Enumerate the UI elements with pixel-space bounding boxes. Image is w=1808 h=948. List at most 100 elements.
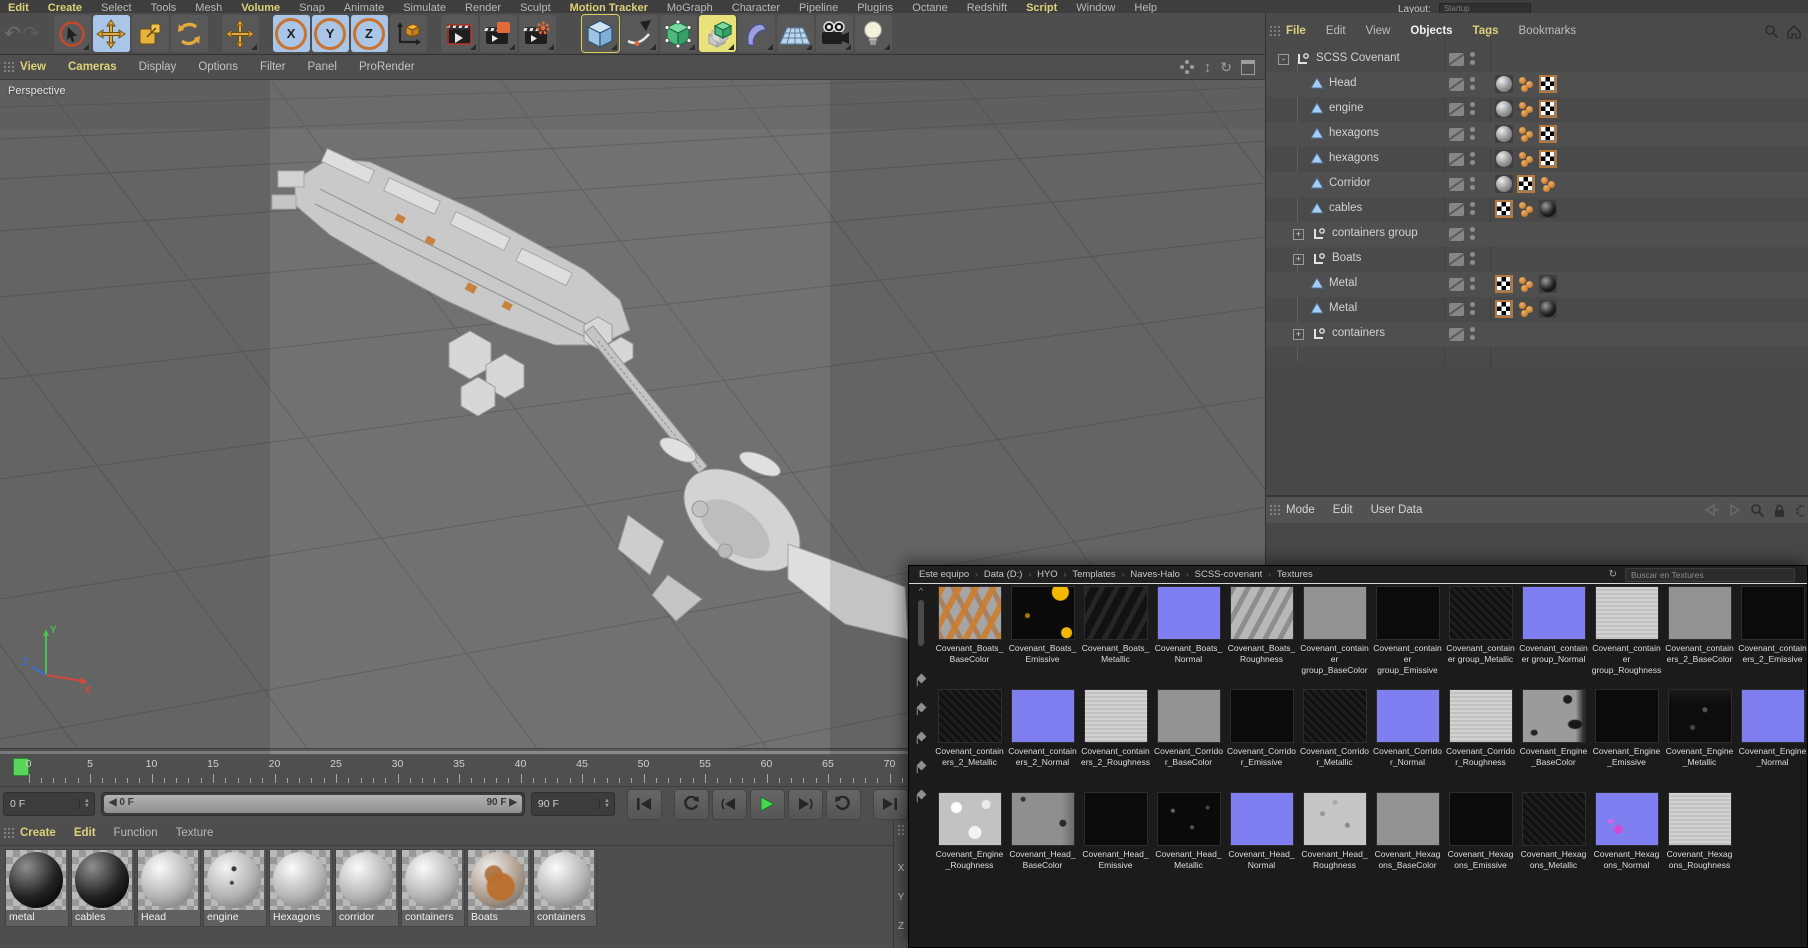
viewport-menu-panel[interactable]: Panel [308,61,337,73]
texture-item-covenant-boats-metallic[interactable]: Covenant_Boats_Metallic [1079,586,1152,676]
redo-icon[interactable]: ↷ [23,24,40,44]
x-axis-lock[interactable]: X [272,15,310,52]
texture-item-covenant-head-basecolor[interactable]: Covenant_Head_BaseColor [1006,792,1079,871]
phong-tag-icon[interactable] [1517,125,1535,143]
material-item-hexagons-4[interactable]: Hexagons [269,849,333,927]
viewport-camera-label[interactable]: Perspective [8,85,65,97]
texture-item-covenant-engine-basecolor[interactable]: Covenant_Engine_BaseColor [1517,689,1590,768]
refresh-icon[interactable]: ↻ [1609,569,1617,580]
menubar-item-mograph[interactable]: MoGraph [667,0,713,13]
tree-row-metal-10[interactable]: Metal [1266,297,1808,322]
material-tag-icon[interactable] [1495,75,1513,93]
menubar-item-mesh[interactable]: Mesh [195,0,222,13]
material-item-engine-3[interactable]: engine [203,849,267,927]
panel-grip-icon[interactable] [3,61,16,73]
texture-item-covenant-engine-roughness[interactable]: Covenant_Engine_Roughness [933,792,1006,871]
phong-tag-icon[interactable] [1517,75,1535,93]
next-frame-button[interactable] [787,788,823,820]
material-item-cables-1[interactable]: cables [71,849,135,927]
layer-box-icon[interactable] [1449,53,1464,66]
tree-row-corridor-5[interactable]: Corridor [1266,172,1808,197]
tree-row-containers-group-7[interactable]: + containers group [1266,222,1808,247]
menubar-item-octane[interactable]: Octane [912,0,947,13]
layer-box-icon[interactable] [1449,128,1464,141]
visibility-dots-icon[interactable] [1470,227,1475,240]
menubar-item-render[interactable]: Render [465,0,501,13]
phong-tag-icon[interactable] [1517,200,1535,218]
render-view-button[interactable] [440,15,478,52]
visibility-dots-icon[interactable] [1470,52,1475,65]
tree-row-head-1[interactable]: Head [1266,72,1808,97]
floor-environment-button[interactable] [776,15,814,52]
attr-gear-icon[interactable] [1794,503,1804,518]
material-tag-black-icon[interactable] [1539,275,1557,293]
phong-tag-icon[interactable] [1517,100,1535,118]
layer-box-icon[interactable] [1449,328,1464,341]
tree-row-containers-11[interactable]: + containers [1266,322,1808,347]
texture-item-covenant-containers-2-normal[interactable]: Covenant_containers_2_Normal [1006,689,1079,768]
texture-item-covenant-container-group-emissive[interactable]: Covenant_container group_Emissive [1371,586,1444,676]
material-item-containers-8[interactable]: containers [533,849,597,927]
om-menu-file[interactable]: File [1286,25,1306,37]
instance-array-button[interactable] [698,15,736,52]
panel-grip-icon[interactable] [896,824,906,837]
viewport-pan-icon[interactable] [1179,59,1195,75]
om-menu-tags[interactable]: Tags [1473,25,1499,37]
play-forwards-button[interactable] [749,788,785,820]
panel-grip-icon[interactable] [3,826,16,839]
texture-item-covenant-head-emissive[interactable]: Covenant_Head_Emissive [1079,792,1152,871]
phong-tag-icon[interactable] [1517,150,1535,168]
play-backwards-button[interactable] [673,788,709,820]
visibility-dots-icon[interactable] [1470,102,1475,115]
deformer-button[interactable] [737,15,775,52]
layer-box-icon[interactable] [1449,178,1464,191]
phong-tag-icon[interactable] [1539,175,1557,193]
menubar-item-window[interactable]: Window [1076,0,1115,13]
uvw-tag-icon[interactable] [1495,300,1513,318]
visibility-dots-icon[interactable] [1470,277,1475,290]
menubar-item-character[interactable]: Character [732,0,780,13]
viewport-dolly-icon[interactable]: ↕ [1204,59,1212,76]
uvw-tag-icon[interactable] [1517,175,1535,193]
uvw-tag-icon[interactable] [1495,275,1513,293]
breadcrumb-data-d[interactable]: Data (D:) [984,569,1023,580]
panel-grip-icon[interactable] [1269,504,1282,516]
layer-box-icon[interactable] [1449,278,1464,291]
texture-item-covenant-containers-2-roughness[interactable]: Covenant_containers_2_Roughness [1079,689,1152,768]
current-frame-field[interactable]: 0 F ▲ ▼ [3,792,95,816]
breadcrumb-scss-covenant[interactable]: SCSS-covenant [1195,569,1263,580]
layout-dropdown[interactable]: Startup [1438,2,1531,13]
texture-item-covenant-corridor-normal[interactable]: Covenant_Corridor_Normal [1371,689,1444,768]
explorer-address-bar[interactable]: Este equipo › Data (D:) › HYO › Templates › Nave… [909,566,1807,584]
material-tag-icon[interactable] [1495,150,1513,168]
om-menu-bookmarks[interactable]: Bookmarks [1519,25,1577,37]
texture-item-covenant-engine-normal[interactable]: Covenant_Engine_Normal [1736,689,1808,768]
texture-item-covenant-corridor-metallic[interactable]: Covenant_Corridor_Metallic [1298,689,1371,768]
material-tag-icon[interactable] [1495,125,1513,143]
previous-frame-button[interactable] [711,788,747,820]
coordinate-system-toggle[interactable] [389,15,427,52]
menubar-item-edit[interactable]: Edit [8,0,29,13]
visibility-dots-icon[interactable] [1470,77,1475,90]
material-tag-black-icon[interactable] [1539,300,1557,318]
tree-expander-icon[interactable]: + [1293,229,1304,240]
om-menu-view[interactable]: View [1366,25,1391,37]
layer-box-icon[interactable] [1449,153,1464,166]
camera-button[interactable] [815,15,853,52]
layer-box-icon[interactable] [1449,103,1464,116]
material-item-boats-7[interactable]: Boats [467,849,531,927]
breadcrumb-este-equipo[interactable]: Este equipo [919,569,969,580]
texture-item-covenant-hexagons-emissive[interactable]: Covenant_Hexagons_Emissive [1444,792,1517,871]
material-tag-icon[interactable] [1495,100,1513,118]
material-tag-icon[interactable] [1495,175,1513,193]
texture-item-covenant-corridor-roughness[interactable]: Covenant_Corridor_Roughness [1444,689,1517,768]
texture-item-covenant-boats-emissive[interactable]: Covenant_Boats_Emissive [1006,586,1079,676]
texture-item-covenant-containers-2-emissive[interactable]: Covenant_containers_2_Emissive [1736,586,1808,676]
viewport-maximize-icon[interactable] [1241,59,1255,75]
move-tool[interactable] [92,15,130,52]
tree-expander-icon[interactable]: + [1293,254,1304,265]
last-used-tool[interactable] [221,15,259,52]
material-item-metal-0[interactable]: metal [5,849,69,927]
explorer-search-input[interactable] [1625,567,1795,582]
explorer-side-gutter[interactable]: ^ [909,584,933,947]
